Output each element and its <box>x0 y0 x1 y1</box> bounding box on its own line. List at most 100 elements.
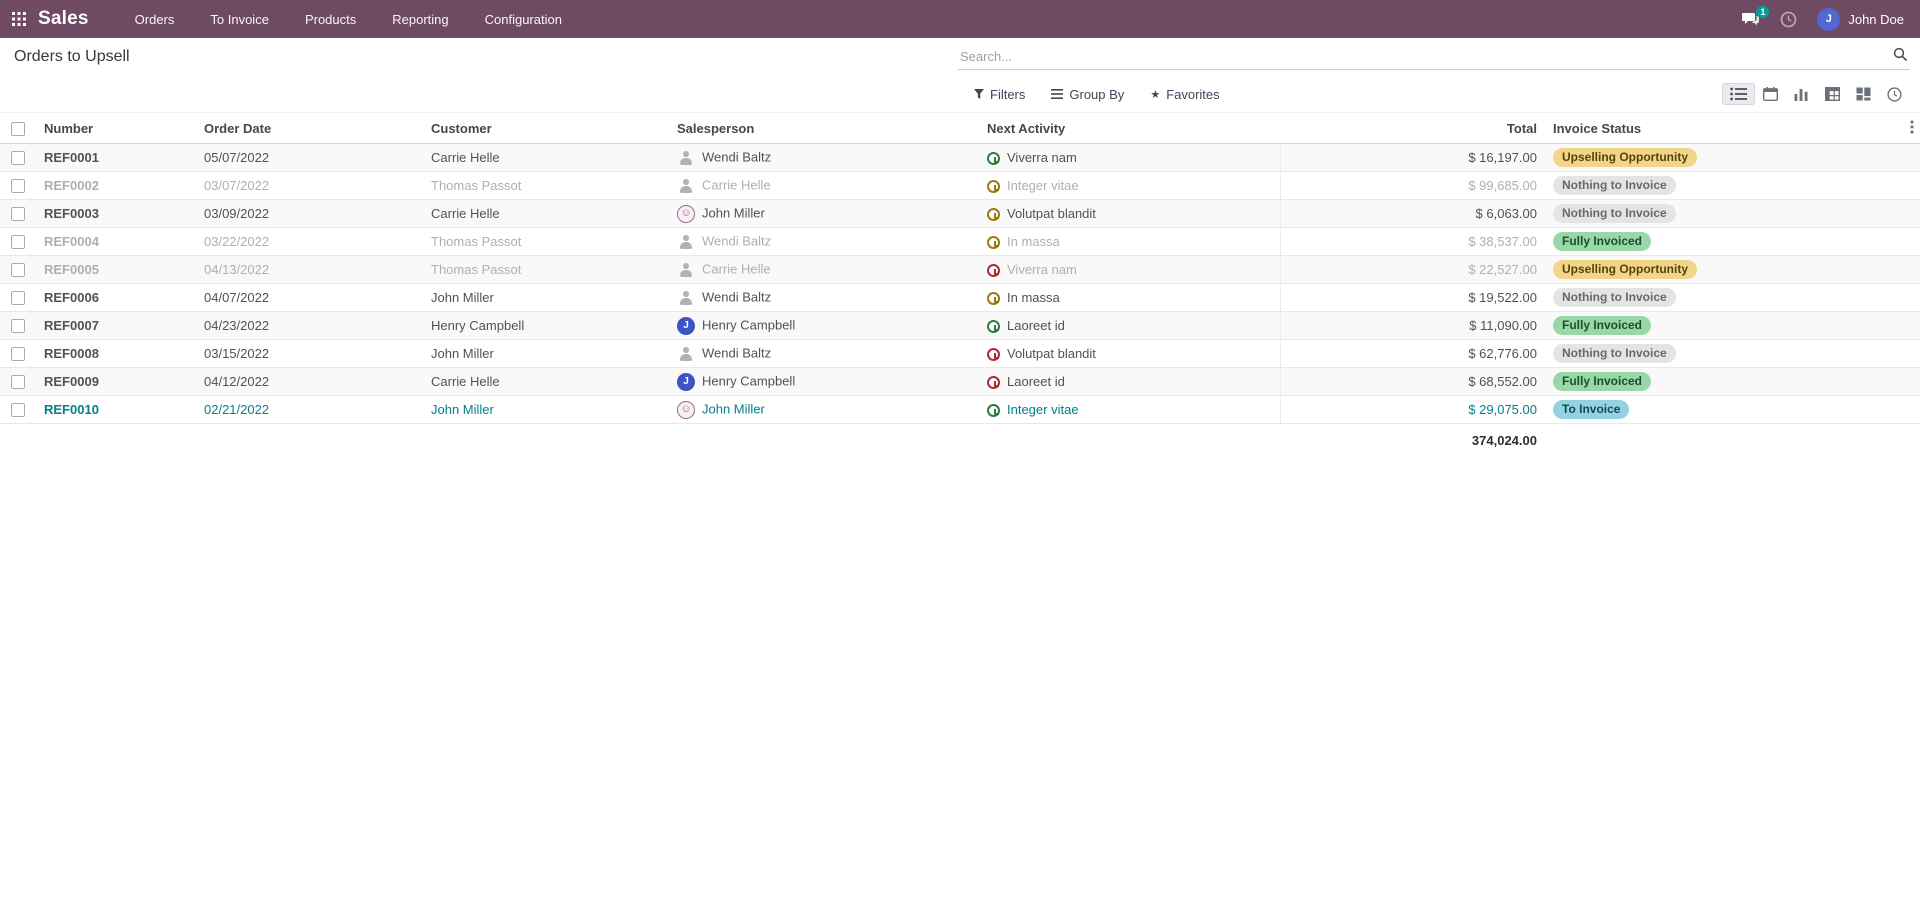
select-all-checkbox[interactable] <box>11 122 25 136</box>
menu-orders[interactable]: Orders <box>133 8 177 31</box>
column-header-salesperson[interactable]: Salesperson <box>669 113 979 144</box>
cell-salesperson[interactable]: Carrie Helle <box>669 256 979 284</box>
cell-customer[interactable]: Thomas Passot <box>423 256 669 284</box>
cell-total[interactable]: $ 11,090.00 <box>1280 312 1545 340</box>
cell-total[interactable]: $ 16,197.00 <box>1280 144 1545 172</box>
cell-order-date[interactable]: 04/12/2022 <box>196 368 423 396</box>
cell-next-activity[interactable]: In massa <box>979 228 1280 256</box>
cell-next-activity[interactable]: Volutpat blandit <box>979 340 1280 368</box>
cell-number[interactable]: REF0007 <box>36 312 196 340</box>
row-checkbox[interactable] <box>11 263 25 277</box>
activity-clock-icon[interactable] <box>987 376 1000 389</box>
menu-reporting[interactable]: Reporting <box>390 8 450 31</box>
cell-invoice-status[interactable]: Nothing to Invoice <box>1545 284 1920 312</box>
cell-next-activity[interactable]: Laoreet id <box>979 312 1280 340</box>
table-row[interactable]: REF001002/21/2022John Miller☺John Miller… <box>0 396 1920 424</box>
table-row[interactable]: REF000504/13/2022Thomas PassotCarrie Hel… <box>0 256 1920 284</box>
activity-clock-icon[interactable] <box>987 236 1000 249</box>
cell-customer[interactable]: Thomas Passot <box>423 228 669 256</box>
cell-salesperson[interactable]: ☺John Miller <box>669 396 979 424</box>
table-row[interactable]: REF000803/15/2022John MillerWendi BaltzV… <box>0 340 1920 368</box>
cell-invoice-status[interactable]: Nothing to Invoice <box>1545 200 1920 228</box>
cell-customer[interactable]: Carrie Helle <box>423 144 669 172</box>
row-checkbox[interactable] <box>11 375 25 389</box>
column-header-next-activity[interactable]: Next Activity <box>979 113 1280 144</box>
cell-next-activity[interactable]: Viverra nam <box>979 256 1280 284</box>
cell-number[interactable]: REF0005 <box>36 256 196 284</box>
cell-next-activity[interactable]: Integer vitae <box>979 396 1280 424</box>
cell-salesperson[interactable]: JHenry Campbell <box>669 368 979 396</box>
cell-order-date[interactable]: 03/15/2022 <box>196 340 423 368</box>
cell-total[interactable]: $ 22,527.00 <box>1280 256 1545 284</box>
cell-customer[interactable]: John Miller <box>423 340 669 368</box>
cell-salesperson[interactable]: Carrie Helle <box>669 172 979 200</box>
cell-number[interactable]: REF0004 <box>36 228 196 256</box>
row-checkbox[interactable] <box>11 347 25 361</box>
cell-total[interactable]: $ 29,075.00 <box>1280 396 1545 424</box>
cell-invoice-status[interactable]: Nothing to Invoice <box>1545 340 1920 368</box>
activity-clock-icon[interactable] <box>987 348 1000 361</box>
cell-order-date[interactable]: 05/07/2022 <box>196 144 423 172</box>
menu-configuration[interactable]: Configuration <box>483 8 564 31</box>
activity-clock-icon[interactable] <box>987 208 1000 221</box>
activity-clock-icon[interactable] <box>987 264 1000 277</box>
cell-order-date[interactable]: 03/07/2022 <box>196 172 423 200</box>
app-brand[interactable]: Sales <box>38 8 89 30</box>
search-input[interactable] <box>958 45 1910 70</box>
cell-order-date[interactable]: 03/22/2022 <box>196 228 423 256</box>
activity-clock-icon[interactable] <box>987 404 1000 417</box>
row-checkbox[interactable] <box>11 403 25 417</box>
column-header-total[interactable]: Total <box>1280 113 1545 144</box>
messages-icon[interactable]: 1 <box>1742 12 1760 27</box>
column-header-order-date[interactable]: Order Date <box>196 113 423 144</box>
cell-next-activity[interactable]: Laoreet id <box>979 368 1280 396</box>
cell-next-activity[interactable]: Viverra nam <box>979 144 1280 172</box>
user-menu[interactable]: J John Doe <box>1817 8 1904 31</box>
group-by-button[interactable]: Group By <box>1051 87 1124 102</box>
filters-button[interactable]: Filters <box>974 87 1025 102</box>
cell-invoice-status[interactable]: To Invoice <box>1545 396 1920 424</box>
cell-number[interactable]: REF0009 <box>36 368 196 396</box>
column-options-icon[interactable] <box>1910 120 1914 137</box>
table-row[interactable]: REF000303/09/2022Carrie Helle☺John Mille… <box>0 200 1920 228</box>
view-activity-button[interactable] <box>1879 83 1910 106</box>
favorites-button[interactable]: ★ Favorites <box>1150 87 1219 102</box>
cell-customer[interactable]: Carrie Helle <box>423 200 669 228</box>
activity-clock-icon[interactable] <box>987 292 1000 305</box>
cell-invoice-status[interactable]: Upselling Opportunity <box>1545 256 1920 284</box>
activity-clock-icon[interactable] <box>987 320 1000 333</box>
cell-total[interactable]: $ 19,522.00 <box>1280 284 1545 312</box>
cell-invoice-status[interactable]: Nothing to Invoice <box>1545 172 1920 200</box>
table-row[interactable]: REF000105/07/2022Carrie HelleWendi Baltz… <box>0 144 1920 172</box>
cell-order-date[interactable]: 04/13/2022 <box>196 256 423 284</box>
cell-invoice-status[interactable]: Upselling Opportunity <box>1545 144 1920 172</box>
cell-customer[interactable]: John Miller <box>423 284 669 312</box>
cell-next-activity[interactable]: Integer vitae <box>979 172 1280 200</box>
cell-total[interactable]: $ 6,063.00 <box>1280 200 1545 228</box>
cell-total[interactable]: $ 38,537.00 <box>1280 228 1545 256</box>
cell-next-activity[interactable]: Volutpat blandit <box>979 200 1280 228</box>
cell-salesperson[interactable]: JHenry Campbell <box>669 312 979 340</box>
table-row[interactable]: REF000904/12/2022Carrie HelleJHenry Camp… <box>0 368 1920 396</box>
column-header-customer[interactable]: Customer <box>423 113 669 144</box>
cell-order-date[interactable]: 04/23/2022 <box>196 312 423 340</box>
cell-salesperson[interactable]: ☺John Miller <box>669 200 979 228</box>
cell-number[interactable]: REF0002 <box>36 172 196 200</box>
cell-invoice-status[interactable]: Fully Invoiced <box>1545 228 1920 256</box>
search-icon[interactable] <box>1893 47 1908 67</box>
cell-customer[interactable]: Carrie Helle <box>423 368 669 396</box>
row-checkbox[interactable] <box>11 179 25 193</box>
menu-to-invoice[interactable]: To Invoice <box>208 8 271 31</box>
row-checkbox[interactable] <box>11 207 25 221</box>
table-row[interactable]: REF000704/23/2022Henry CampbellJHenry Ca… <box>0 312 1920 340</box>
view-pivot-button[interactable] <box>1817 83 1848 105</box>
menu-products[interactable]: Products <box>303 8 358 31</box>
cell-order-date[interactable]: 04/07/2022 <box>196 284 423 312</box>
activity-clock-icon[interactable] <box>987 180 1000 193</box>
cell-number[interactable]: REF0001 <box>36 144 196 172</box>
cell-invoice-status[interactable]: Fully Invoiced <box>1545 368 1920 396</box>
cell-salesperson[interactable]: Wendi Baltz <box>669 144 979 172</box>
column-header-number[interactable]: Number <box>36 113 196 144</box>
cell-number[interactable]: REF0010 <box>36 396 196 424</box>
view-graph-button[interactable] <box>1786 83 1817 105</box>
